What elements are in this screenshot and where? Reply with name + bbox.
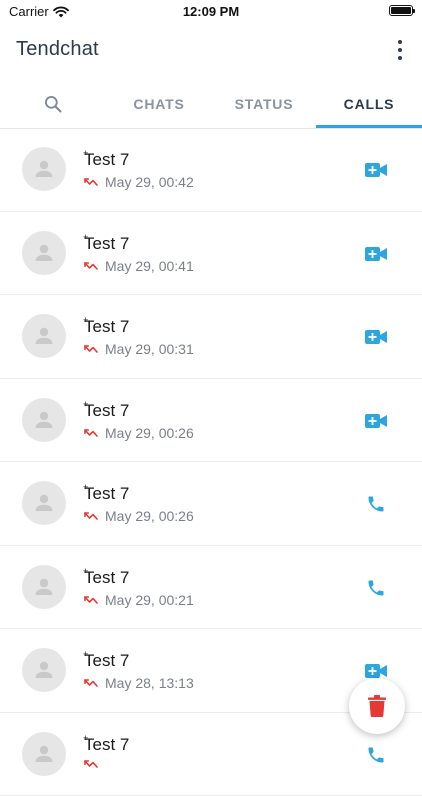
call-meta: May 29, 00:21 — [84, 592, 194, 608]
call-row[interactable]: + Test 7 May 29, 00:42 — [0, 128, 422, 212]
call-row[interactable]: + Test 7 May 29, 00:41 — [0, 212, 422, 296]
call-action[interactable] — [365, 243, 387, 265]
call-time: May 28, 13:13 — [105, 675, 194, 691]
menu-dot — [398, 40, 402, 44]
call-action[interactable] — [365, 159, 387, 181]
call-meta: May 28, 13:13 — [84, 675, 194, 691]
avatar[interactable] — [22, 147, 66, 191]
call-time: May 29, 00:31 — [105, 341, 194, 357]
menu-dot — [398, 56, 402, 60]
call-action[interactable] — [365, 493, 387, 515]
more-vert-icon[interactable] — [392, 39, 408, 61]
trash-icon — [368, 695, 386, 717]
contact-name: Test 7 — [84, 651, 129, 671]
avatar[interactable] — [22, 481, 66, 525]
missed-call-icon — [84, 678, 98, 688]
missed-call-icon — [84, 595, 98, 605]
contact-name: Test 7 — [84, 317, 129, 337]
person-icon — [32, 157, 56, 181]
delete-calls-button[interactable] — [349, 678, 405, 734]
call-row[interactable]: + Test 7 May 29, 00:31 — [0, 295, 422, 379]
tab-search[interactable] — [0, 80, 106, 128]
phone-icon[interactable] — [366, 494, 386, 514]
call-action[interactable] — [365, 326, 387, 348]
contact-name: Test 7 — [84, 401, 129, 421]
missed-call-icon — [84, 261, 98, 271]
avatar[interactable] — [22, 732, 66, 776]
battery-icon — [389, 5, 413, 16]
missed-call-icon — [84, 759, 98, 769]
call-meta — [84, 759, 105, 769]
contact-name: Test 7 — [84, 150, 129, 170]
contact-name: Test 7 — [84, 568, 129, 588]
search-icon — [43, 94, 63, 114]
missed-call-icon — [84, 177, 98, 187]
call-meta: May 29, 00:31 — [84, 341, 194, 357]
call-time: May 29, 00:21 — [105, 592, 194, 608]
call-meta: May 29, 00:41 — [84, 258, 194, 274]
avatar[interactable] — [22, 314, 66, 358]
call-row[interactable]: + Test 7 May 29, 00:26 — [0, 379, 422, 463]
videocam-icon[interactable] — [365, 246, 387, 262]
status-bar: Carrier 12:09 PM — [0, 0, 422, 24]
missed-call-icon — [84, 428, 98, 438]
videocam-icon[interactable] — [365, 329, 387, 345]
tab-status[interactable]: STATUS — [212, 80, 316, 128]
videocam-icon[interactable] — [365, 413, 387, 429]
person-icon — [32, 324, 56, 348]
call-action[interactable] — [365, 744, 387, 766]
call-meta: May 29, 00:26 — [84, 508, 194, 524]
avatar[interactable] — [22, 648, 66, 692]
call-time: May 29, 00:26 — [105, 425, 194, 441]
person-icon — [32, 241, 56, 265]
person-icon — [32, 658, 56, 682]
call-action[interactable] — [365, 577, 387, 599]
app-bar: Tendchat — [0, 24, 422, 74]
call-meta: May 29, 00:26 — [84, 425, 194, 441]
call-time: May 29, 00:41 — [105, 258, 194, 274]
call-action[interactable] — [365, 410, 387, 432]
missed-call-icon — [84, 511, 98, 521]
videocam-icon[interactable] — [365, 162, 387, 178]
clock: 12:09 PM — [0, 4, 422, 19]
call-row[interactable]: + Test 7 May 29, 00:21 — [0, 546, 422, 630]
avatar[interactable] — [22, 231, 66, 275]
contact-name: Test 7 — [84, 735, 129, 755]
contact-name: Test 7 — [84, 234, 129, 254]
person-icon — [32, 575, 56, 599]
phone-icon[interactable] — [366, 745, 386, 765]
call-time: May 29, 00:26 — [105, 508, 194, 524]
app-title: Tendchat — [16, 38, 99, 61]
avatar[interactable] — [22, 565, 66, 609]
tab-bar: CHATS STATUS CALLS — [0, 80, 422, 129]
call-meta: May 29, 00:42 — [84, 174, 194, 190]
avatar[interactable] — [22, 398, 66, 442]
call-row[interactable]: + Test 7 May 29, 00:26 — [0, 462, 422, 546]
videocam-icon[interactable] — [365, 663, 387, 679]
menu-dot — [398, 48, 402, 52]
person-icon — [32, 408, 56, 432]
person-icon — [32, 491, 56, 515]
contact-name: Test 7 — [84, 484, 129, 504]
call-time: May 29, 00:42 — [105, 174, 194, 190]
tab-calls[interactable]: CALLS — [316, 80, 422, 128]
missed-call-icon — [84, 344, 98, 354]
tab-chats[interactable]: CHATS — [106, 80, 212, 128]
person-icon — [32, 742, 56, 766]
phone-icon[interactable] — [366, 578, 386, 598]
